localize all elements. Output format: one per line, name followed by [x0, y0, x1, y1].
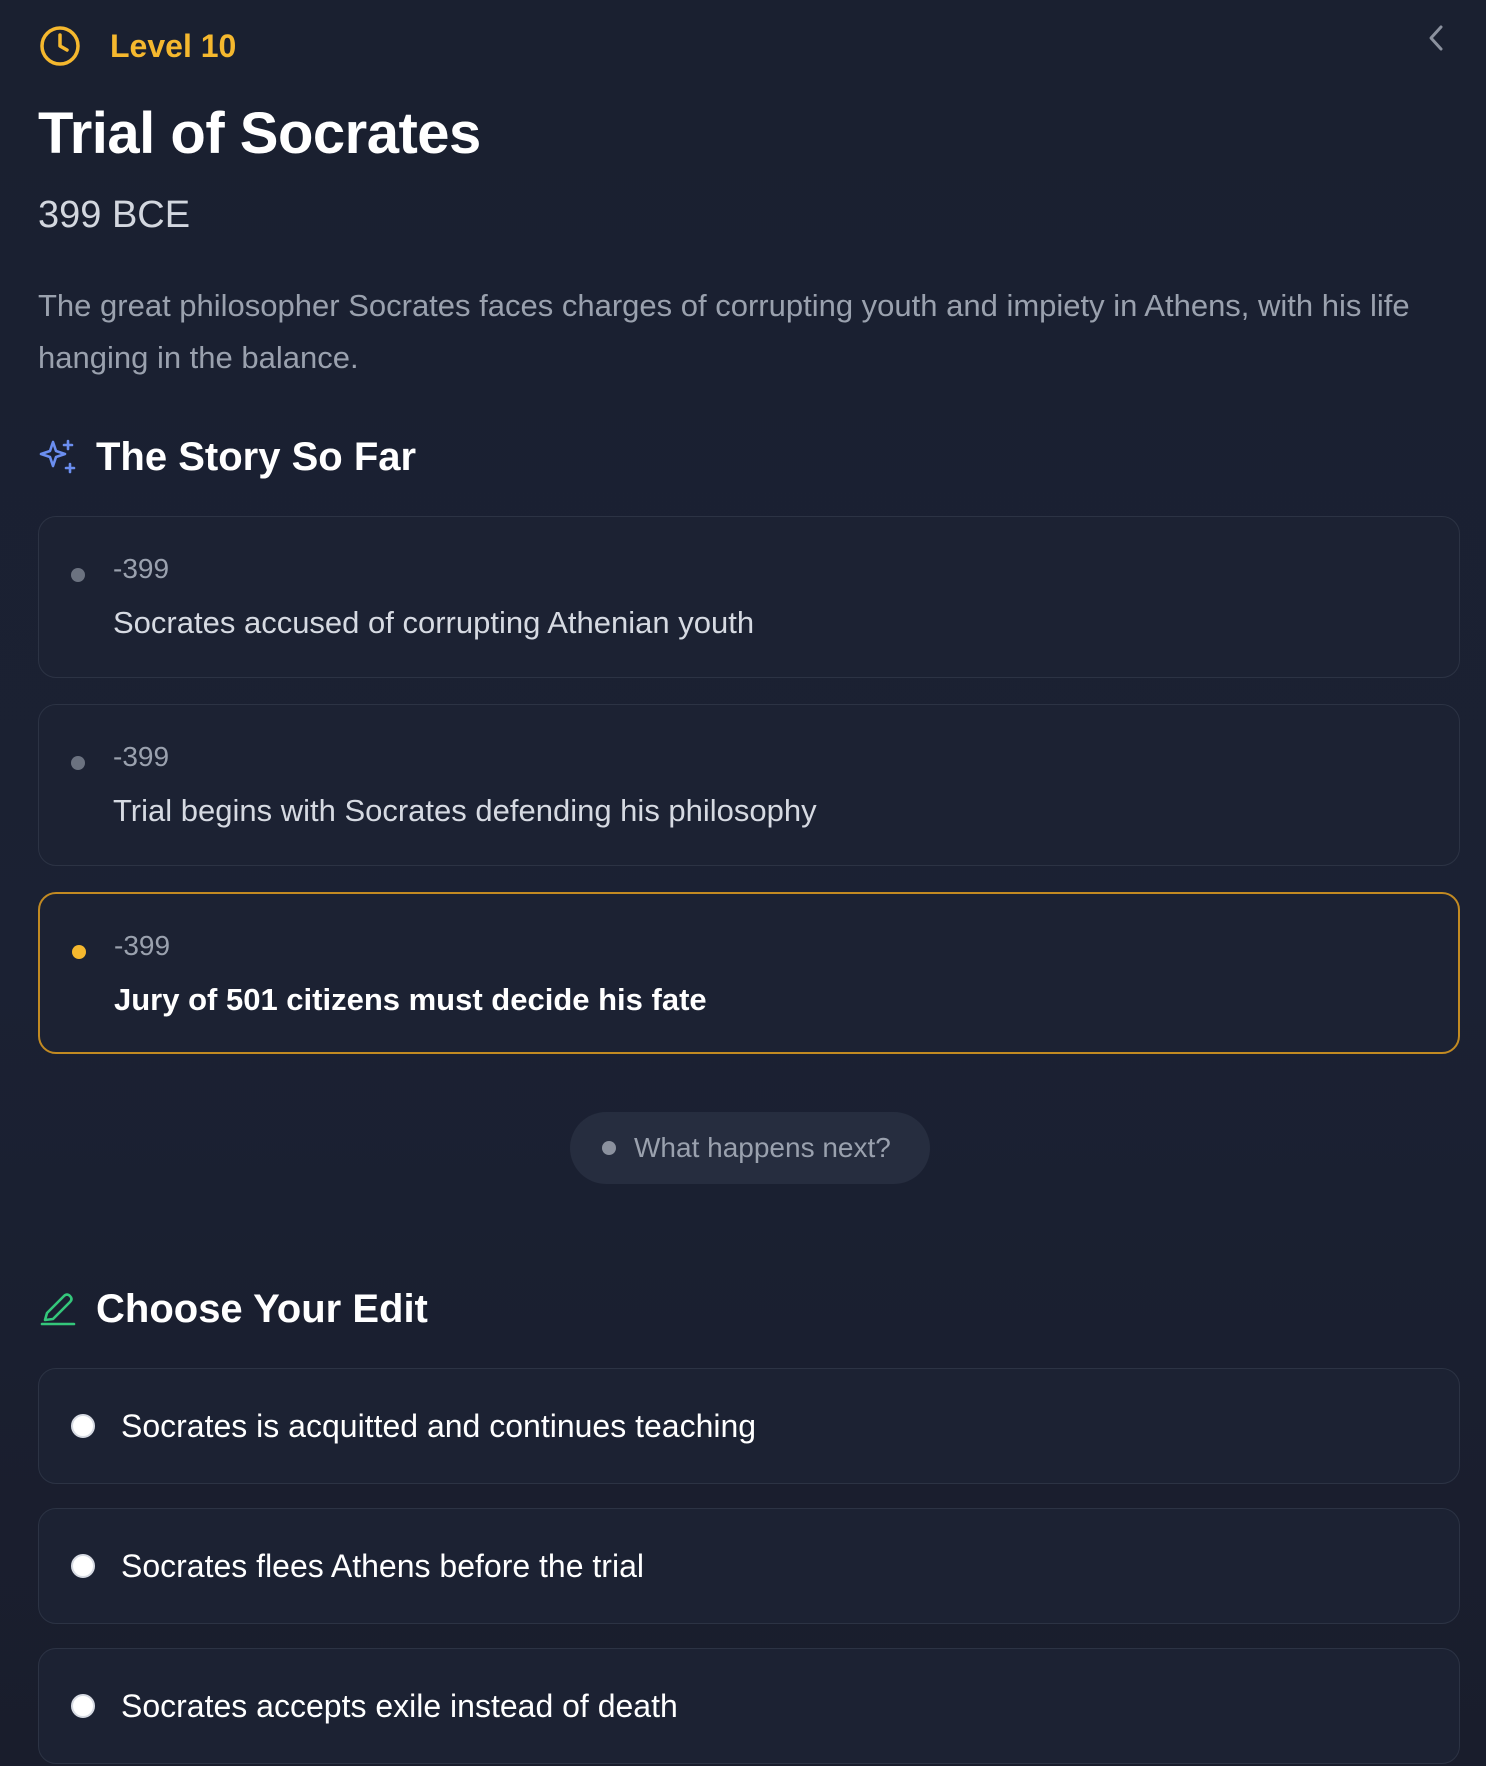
event-year: -399 [113, 553, 170, 584]
story-event-card-current: -399 Jury of 501 citizens must decide hi… [38, 892, 1460, 1054]
timeline-dot [71, 756, 85, 770]
story-section-title: The Story So Far [96, 434, 417, 479]
edit-option[interactable]: Socrates accepts exile instead of death [38, 1648, 1460, 1764]
radio-button[interactable] [71, 1694, 95, 1718]
event-text: Jury of 501 citizens must decide his fat… [114, 982, 707, 1017]
story-section-header: The Story So Far [38, 432, 416, 482]
page-date: 399 BCE [38, 194, 191, 236]
pencil-icon [38, 1289, 78, 1329]
sparkles-icon [38, 437, 78, 477]
timeline-dot-current [72, 945, 86, 959]
event-text: Trial begins with Socrates defending his… [113, 793, 817, 828]
level-indicator: Level 10 [38, 24, 236, 68]
edit-section-title: Choose Your Edit [96, 1286, 428, 1331]
timeline-dot [71, 568, 85, 582]
event-text: Socrates accused of corrupting Athenian … [113, 605, 755, 640]
pending-dot [602, 1141, 616, 1155]
level-label: Level 10 [110, 27, 237, 64]
radio-button[interactable] [71, 1414, 95, 1438]
story-event-card: -399 Socrates accused of corrupting Athe… [38, 516, 1460, 678]
story-event-card: -399 Trial begins with Socrates defendin… [38, 704, 1460, 866]
next-prompt: What happens next? [634, 1132, 891, 1163]
radio-button[interactable] [71, 1554, 95, 1578]
clock-icon [38, 24, 82, 68]
edit-option-label: Socrates flees Athens before the trial [121, 1547, 644, 1584]
what-happens-next-pill: What happens next? [570, 1112, 930, 1184]
edit-section-header: Choose Your Edit [38, 1284, 428, 1334]
page-description: The great philosopher Socrates faces cha… [38, 288, 1410, 375]
event-year: -399 [114, 930, 171, 961]
event-year: -399 [113, 741, 170, 772]
edit-option[interactable]: Socrates flees Athens before the trial [38, 1508, 1460, 1624]
page-title: Trial of Socrates [38, 101, 481, 166]
back-button[interactable] [1416, 20, 1456, 60]
edit-option-label: Socrates is acquitted and continues teac… [121, 1407, 757, 1444]
edit-option-label: Socrates accepts exile instead of death [121, 1687, 678, 1724]
edit-option[interactable]: Socrates is acquitted and continues teac… [38, 1368, 1460, 1484]
level-page: Level 10 Trial of Socrates 399 BCE The g… [38, 0, 1462, 1766]
chevron-left-icon [1426, 23, 1446, 58]
